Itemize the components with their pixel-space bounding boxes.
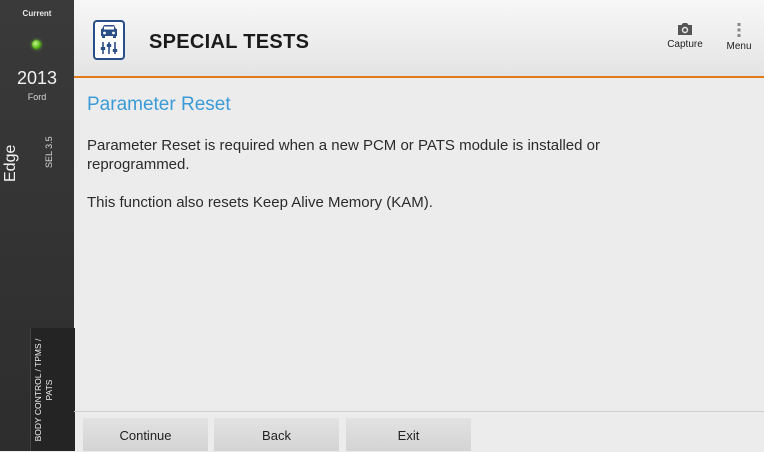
- main-content: Parameter Reset Parameter Reset is requi…: [74, 78, 764, 408]
- back-button[interactable]: Back: [214, 418, 339, 451]
- menu-button[interactable]: Menu: [716, 22, 762, 52]
- menu-label: Menu: [726, 41, 752, 52]
- vehicle-make: Ford: [27, 92, 47, 102]
- footer-divider: [74, 411, 764, 412]
- function-title: Parameter Reset: [87, 94, 231, 115]
- module-label: BODY CONTROL / TPMS / PATS: [33, 338, 54, 442]
- camera-icon: [678, 23, 692, 35]
- vehicle-sidebar: Current 2013 Ford Edge SEL 3.5 BODY CONT…: [0, 0, 75, 451]
- capture-button[interactable]: Capture: [662, 22, 708, 50]
- description-paragraph: Parameter Reset is required when a new P…: [87, 137, 600, 173]
- capture-label: Capture: [667, 39, 703, 50]
- header-bar: SPECIAL TESTS Capture Menu: [74, 0, 764, 78]
- status-label: Current: [22, 9, 52, 18]
- status-led-icon: [32, 40, 41, 49]
- module-tab[interactable]: BODY CONTROL / TPMS / PATS: [30, 328, 75, 451]
- vehicle-model: Edge: [2, 144, 19, 182]
- page-header-title: SPECIAL TESTS: [149, 31, 310, 53]
- vertical-dots-icon: [737, 23, 741, 37]
- vehicle-year: 2013: [16, 68, 58, 88]
- vehicle-trim: SEL 3.5: [44, 136, 54, 168]
- continue-button[interactable]: Continue: [83, 418, 208, 451]
- vehicle-model-group: Edge SEL 3.5: [0, 110, 74, 190]
- exit-button[interactable]: Exit: [346, 418, 471, 451]
- note-paragraph: This function also resets Keep Alive Mem…: [87, 194, 433, 211]
- special-tests-car-icon: [93, 20, 125, 60]
